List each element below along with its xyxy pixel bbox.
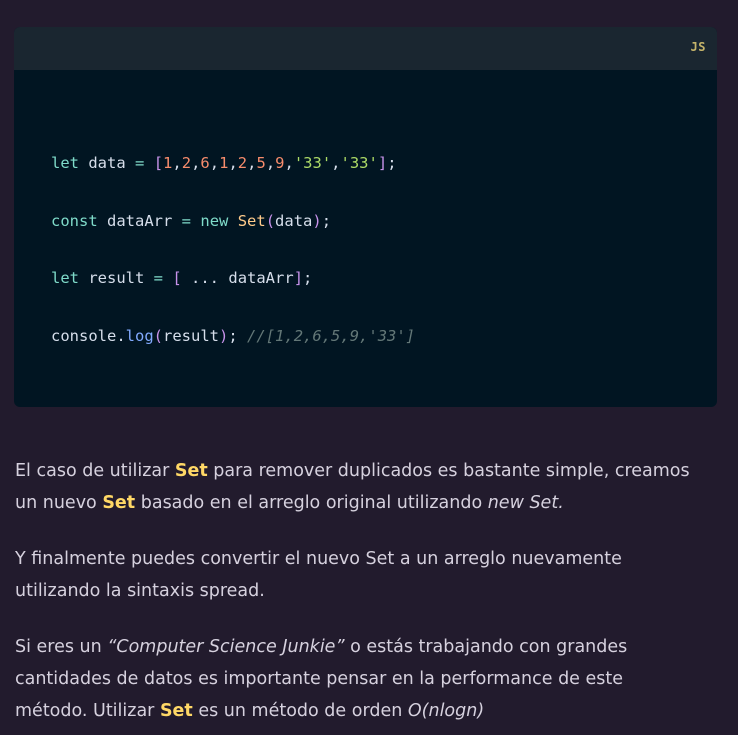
code-token: [ <box>172 269 182 287</box>
code-token: ( <box>265 212 276 230</box>
code-token: dataArr <box>97 212 182 230</box>
set-keyword: Set <box>102 493 136 513</box>
code-token: , <box>284 154 294 172</box>
code-line-3: let result = [ ... dataArr]; <box>51 269 312 287</box>
code-token: ) <box>219 327 229 345</box>
code-token: ) <box>312 212 322 230</box>
code-token: 1 <box>163 154 173 172</box>
code-token: . <box>116 327 126 345</box>
paragraph-3-line-1: Si eres un “Computer Science Junkie” o e… <box>15 631 715 663</box>
italic-text: new Set. <box>487 493 564 513</box>
code-token: let <box>51 154 79 172</box>
code-token: 2 <box>237 154 248 172</box>
code-block-header: JS <box>14 27 717 70</box>
code-token: 9 <box>275 154 285 172</box>
paragraph-3-line-3: método. Utilizar Set es un método de ord… <box>15 695 715 727</box>
language-label: JS <box>690 40 706 54</box>
code-token: = <box>153 269 163 287</box>
code-token: result <box>79 269 154 287</box>
code-token: Set <box>237 212 266 230</box>
paragraph-3: Si eres un “Computer Science Junkie” o e… <box>15 631 715 727</box>
code-block: JS let data = [1,2,6,1,2,5,9,'33','33'];… <box>14 27 717 407</box>
code-line-2: const dataArr = new Set(data); <box>51 212 331 230</box>
code-token: result <box>163 327 220 345</box>
paragraph-1-line-1: El caso de utilizar Set para remover dup… <box>15 455 715 487</box>
code-line-1: let data = [1,2,6,1,2,5,9,'33','33']; <box>51 154 397 172</box>
set-keyword: Set <box>159 701 193 721</box>
text: Si eres un <box>15 637 108 657</box>
text: para remover duplicados es bastante simp… <box>207 461 690 481</box>
code-line-4: console.log(result); //[1,2,6,5,9,'33'] <box>51 327 415 345</box>
code-token: [ <box>153 154 164 172</box>
paragraph-3-line-2: cantidades de datos es importante pensar… <box>15 669 624 689</box>
code-token: console <box>51 327 117 345</box>
code-token: ] <box>377 154 388 172</box>
code-token: , <box>265 154 276 172</box>
text: un nuevo <box>15 493 103 513</box>
paragraph-2-line-2: utilizando la sintaxis spread. <box>15 581 265 601</box>
text: método. Utilizar <box>15 701 160 721</box>
code-token: , <box>191 154 201 172</box>
code-token: , <box>209 154 220 172</box>
italic-quote: “Computer Science Junkie” <box>107 637 345 657</box>
code-token: = <box>181 212 192 230</box>
paragraph-1-line-2: un nuevo Set basado en el arreglo origin… <box>15 487 715 519</box>
code-token: data <box>79 154 135 172</box>
code-token: new <box>200 212 229 230</box>
set-keyword: Set <box>174 461 208 481</box>
code-token: 6 <box>200 154 210 172</box>
code-token: , <box>331 154 341 172</box>
code-token: = <box>135 154 145 172</box>
code-token: const <box>51 212 98 230</box>
code-token: let <box>51 269 79 287</box>
text: basado en el arreglo original utilizando <box>135 493 488 513</box>
code-token: , <box>228 154 238 172</box>
code-token: 5 <box>256 154 266 172</box>
code-token: ; <box>321 212 332 230</box>
paragraph-2-line-1: Y finalmente puedes convertir el nuevo S… <box>15 549 622 569</box>
code-comment: //[1,2,6,5,9,'33'] <box>247 327 416 345</box>
italic-complexity: O(nlogn) <box>407 701 485 721</box>
text: o estás trabajando con grandes <box>344 637 628 657</box>
code-token: 2 <box>181 154 192 172</box>
paragraph-1: El caso de utilizar Set para remover dup… <box>15 455 715 519</box>
code-token: ... <box>181 269 229 287</box>
code-token: ; <box>228 327 238 345</box>
code-token: '33' <box>293 154 332 172</box>
text: es un método de orden <box>192 701 408 721</box>
code-token: dataArr <box>228 269 294 287</box>
code-token: ; <box>303 269 313 287</box>
code-token: ( <box>153 327 164 345</box>
code-token: '33' <box>340 154 378 172</box>
code-token: data <box>275 212 313 230</box>
code-token: log <box>125 327 154 345</box>
code-token: ] <box>293 269 304 287</box>
code-token: ; <box>387 154 397 172</box>
text: El caso de utilizar <box>15 461 175 481</box>
code-token: , <box>172 154 182 172</box>
paragraph-2: Y finalmente puedes convertir el nuevo S… <box>15 543 715 607</box>
